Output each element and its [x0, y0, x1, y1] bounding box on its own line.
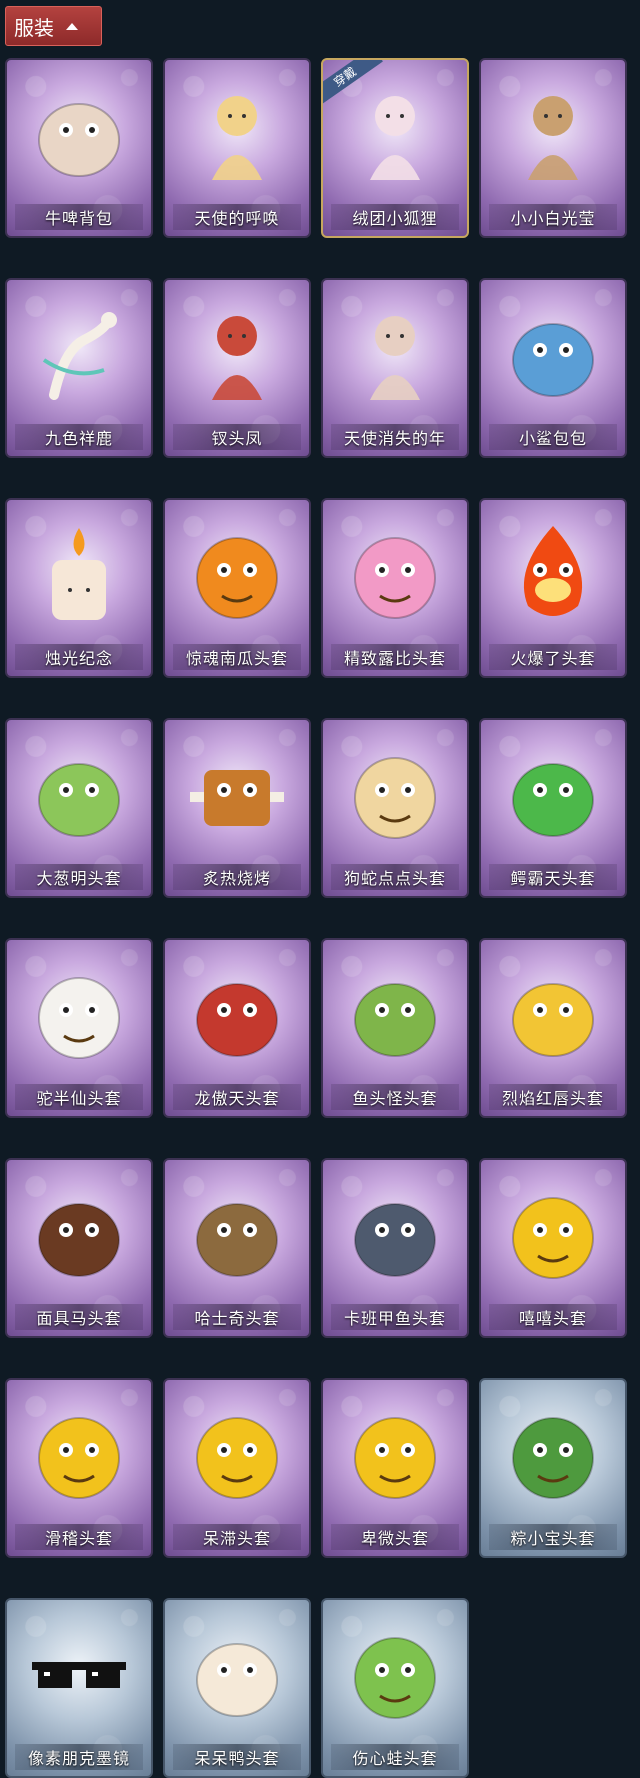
- costume-item-image: [38, 977, 120, 1059]
- costume-item-image: [196, 1643, 278, 1717]
- costume-item-image: [42, 312, 117, 400]
- costume-card[interactable]: 像素朋克墨镜: [5, 1598, 153, 1778]
- costume-card[interactable]: 烈焰红唇头套: [479, 938, 627, 1118]
- costume-item-image: [38, 1203, 120, 1277]
- costume-card[interactable]: 哈士奇头套: [163, 1158, 311, 1338]
- costume-card[interactable]: 大葱明头套: [5, 718, 153, 898]
- costume-card[interactable]: 惊魂南瓜头套: [163, 498, 311, 678]
- costume-card-label: 鳄霸天头套: [489, 864, 617, 890]
- costume-card[interactable]: 龙傲天头套: [163, 938, 311, 1118]
- costume-card[interactable]: 伤心蛙头套: [321, 1598, 469, 1778]
- costume-item-image: [354, 537, 436, 619]
- costume-item-image: [370, 96, 420, 180]
- costume-card-label: 伤心蛙头套: [331, 1744, 459, 1770]
- costume-card[interactable]: 卡班甲鱼头套: [321, 1158, 469, 1338]
- costume-card[interactable]: 面具马头套: [5, 1158, 153, 1338]
- costume-item-image: [38, 763, 120, 837]
- category-label: 服装: [14, 15, 54, 40]
- costume-item-image: [190, 770, 284, 826]
- costume-item-image: [370, 316, 420, 400]
- costume-item-image: [196, 537, 278, 619]
- costume-card-label: 粽小宝头套: [489, 1524, 617, 1550]
- costume-card-label: 鱼头怪头套: [331, 1084, 459, 1110]
- costume-card-label: 龙傲天头套: [173, 1084, 301, 1110]
- costume-item-image: [512, 1417, 594, 1499]
- costume-item-image: [32, 1662, 126, 1688]
- costume-card-label: 牛啤背包: [15, 204, 143, 230]
- costume-item-image: [354, 983, 436, 1057]
- chevron-up-icon: [66, 22, 78, 30]
- costume-card-label: 火爆了头套: [489, 644, 617, 670]
- costume-card-label: 钗头凤: [173, 424, 301, 450]
- costume-card[interactable]: 穿戴 绒团小狐狸: [321, 58, 469, 238]
- costume-item-image: [512, 983, 594, 1057]
- costume-card[interactable]: 小小白光莹: [479, 58, 627, 238]
- costume-card[interactable]: 炙热烧烤: [163, 718, 311, 898]
- costume-card[interactable]: 滑稽头套: [5, 1378, 153, 1558]
- costume-item-image: [512, 323, 594, 397]
- costume-card[interactable]: 火爆了头套: [479, 498, 627, 678]
- costume-card[interactable]: 嘻嘻头套: [479, 1158, 627, 1338]
- costume-card-label: 天使的呼唤: [173, 204, 301, 230]
- costume-item-image: [528, 96, 578, 180]
- costume-card-label: 烛光纪念: [15, 644, 143, 670]
- costume-card-label: 呆呆鸭头套: [173, 1744, 301, 1770]
- costume-card[interactable]: 驼半仙头套: [5, 938, 153, 1118]
- costume-item-image: [354, 1203, 436, 1277]
- costume-card[interactable]: 天使消失的年: [321, 278, 469, 458]
- costume-card-label: 小小白光莹: [489, 204, 617, 230]
- costume-card-label: 精致露比头套: [331, 644, 459, 670]
- costume-item-image: [523, 526, 583, 616]
- costume-item-image: [38, 103, 120, 177]
- costume-item-image: [52, 528, 106, 620]
- costume-item-image: [212, 316, 262, 400]
- costume-card-label: 惊魂南瓜头套: [173, 644, 301, 670]
- costume-card-label: 天使消失的年: [331, 424, 459, 450]
- costume-card-label: 卡班甲鱼头套: [331, 1304, 459, 1330]
- costume-item-image: [354, 757, 436, 839]
- costume-card-label: 炙热烧烤: [173, 864, 301, 890]
- costume-card[interactable]: 鳄霸天头套: [479, 718, 627, 898]
- costume-item-image: [38, 1417, 120, 1499]
- costume-card[interactable]: 狗蛇点点头套: [321, 718, 469, 898]
- costume-card[interactable]: 钗头凤: [163, 278, 311, 458]
- costume-card-label: 狗蛇点点头套: [331, 864, 459, 890]
- costume-card-label: 小鲨包包: [489, 424, 617, 450]
- costume-item-image: [196, 1203, 278, 1277]
- costume-card-label: 大葱明头套: [15, 864, 143, 890]
- costume-card-label: 卑微头套: [331, 1524, 459, 1550]
- costume-card-label: 呆滞头套: [173, 1524, 301, 1550]
- costume-item-image: [512, 763, 594, 837]
- costume-card-label: 像素朋克墨镜: [15, 1744, 143, 1770]
- costume-card[interactable]: 牛啤背包: [5, 58, 153, 238]
- costume-grid: 牛啤背包 天使的呼唤 穿戴 绒团小狐狸 小小白光莹九色祥鹿 钗头凤 天使消失的年 小鲨包包烛光…: [5, 58, 627, 1778]
- costume-card[interactable]: 精致露比头套: [321, 498, 469, 678]
- costume-card[interactable]: 呆滞头套: [163, 1378, 311, 1558]
- costume-card-label: 嘻嘻头套: [489, 1304, 617, 1330]
- costume-card-label: 哈士奇头套: [173, 1304, 301, 1330]
- costume-card[interactable]: 九色祥鹿: [5, 278, 153, 458]
- costume-item-image: [196, 1417, 278, 1499]
- costume-item-image: [354, 1417, 436, 1499]
- costume-card-label: 驼半仙头套: [15, 1084, 143, 1110]
- costume-card-label: 九色祥鹿: [15, 424, 143, 450]
- costume-card[interactable]: 鱼头怪头套: [321, 938, 469, 1118]
- costume-card[interactable]: 呆呆鸭头套: [163, 1598, 311, 1778]
- costume-item-image: [212, 96, 262, 180]
- costume-item-image: [196, 983, 278, 1057]
- costume-card-label: 绒团小狐狸: [331, 204, 459, 230]
- costume-card[interactable]: 小鲨包包: [479, 278, 627, 458]
- costume-item-image: [354, 1637, 436, 1719]
- category-toggle-button[interactable]: 服装: [5, 6, 102, 46]
- costume-card-label: 烈焰红唇头套: [489, 1084, 617, 1110]
- costume-card[interactable]: 天使的呼唤: [163, 58, 311, 238]
- costume-card[interactable]: 粽小宝头套: [479, 1378, 627, 1558]
- costume-item-image: [512, 1197, 594, 1279]
- costume-card-label: 滑稽头套: [15, 1524, 143, 1550]
- costume-card-label: 面具马头套: [15, 1304, 143, 1330]
- costume-card[interactable]: 烛光纪念: [5, 498, 153, 678]
- costume-card[interactable]: 卑微头套: [321, 1378, 469, 1558]
